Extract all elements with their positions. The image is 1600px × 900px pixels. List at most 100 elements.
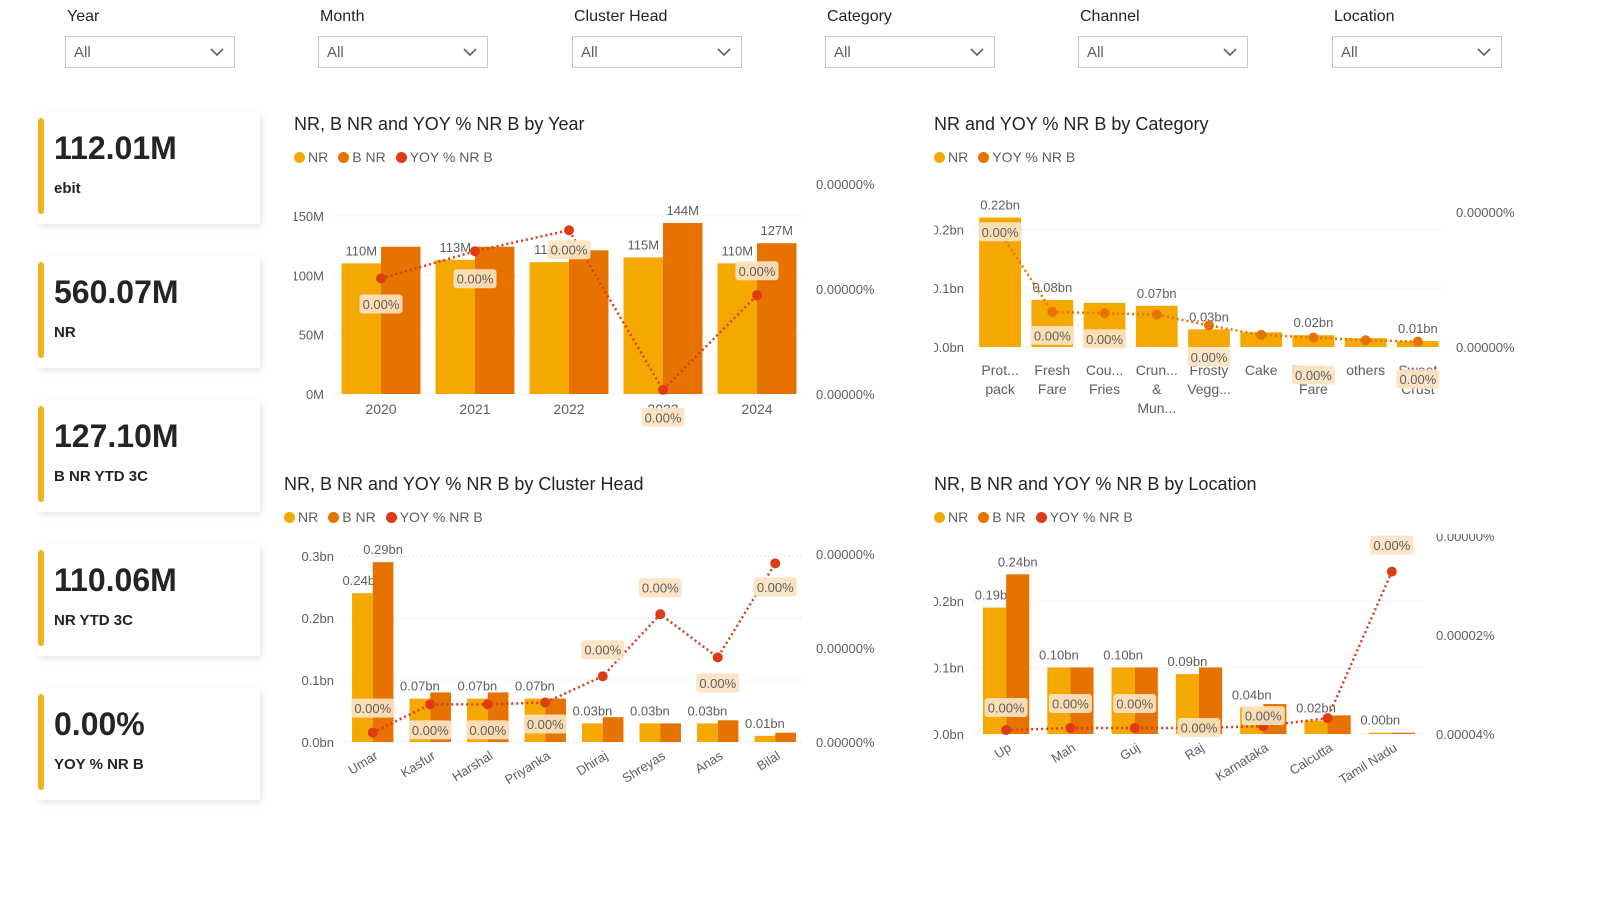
legend-label: NR bbox=[308, 149, 329, 165]
month-dropdown[interactable]: All bbox=[318, 36, 488, 68]
legend-item-yoy[interactable]: YOY % NR B bbox=[395, 149, 493, 165]
bar-bnr bbox=[602, 717, 624, 742]
legend-label: B NR bbox=[992, 509, 1026, 525]
slicer-title: Year bbox=[67, 8, 100, 25]
y2-tick-label: 0.00004% bbox=[1436, 727, 1495, 742]
legend-item-bnr[interactable]: B NR bbox=[338, 149, 386, 165]
legend-item-yoy[interactable]: YOY % NR B bbox=[978, 149, 1075, 165]
yoy-point bbox=[367, 727, 378, 738]
legend-item-yoy[interactable]: YOY % NR B bbox=[385, 509, 483, 525]
kpi-card-nr-ytd: 110.06M NR YTD 3C bbox=[38, 544, 260, 656]
yoy-point bbox=[482, 699, 493, 710]
legend-item-yoy[interactable]: YOY % NR B bbox=[1035, 509, 1133, 525]
legend-label: YOY % NR B bbox=[1049, 509, 1133, 525]
legend-item-nr[interactable]: NR bbox=[294, 149, 328, 165]
data-label: 0.00% bbox=[1399, 372, 1436, 387]
dropdown-value: All bbox=[1341, 43, 1358, 61]
x-tick-label: Bilal bbox=[754, 748, 783, 774]
year-dropdown[interactable]: All bbox=[65, 36, 235, 68]
chart-title: NR, B NR and YOY % NR B by Location bbox=[934, 474, 1257, 494]
data-label: 0.00% bbox=[1086, 332, 1123, 347]
legend-label: YOY % NR B bbox=[409, 149, 493, 165]
bar-label: 0.01bn bbox=[745, 716, 785, 731]
y-tick-label: 0.0bn bbox=[301, 735, 334, 750]
legend-item-bnr[interactable]: B NR bbox=[328, 509, 376, 525]
location-dropdown[interactable]: All bbox=[1332, 36, 1502, 68]
chart-title: NR, B NR and YOY % NR B by Cluster Head bbox=[284, 474, 644, 494]
y2-tick-label: 0.00000% bbox=[1436, 534, 1495, 544]
bar-bnr bbox=[660, 723, 681, 742]
legend-item-nr[interactable]: NR bbox=[934, 509, 968, 525]
bar-label: 0.07bn bbox=[458, 679, 498, 694]
x-tick-label: Raj bbox=[1182, 740, 1207, 763]
category-dropdown[interactable]: All bbox=[825, 36, 995, 68]
yoy-point bbox=[770, 558, 781, 569]
chart-legend: NR B NR YOY % NR B bbox=[284, 509, 914, 525]
bar-label: 0.07bn bbox=[515, 679, 555, 694]
slicer-title: Month bbox=[320, 8, 365, 25]
slicer-title: Location bbox=[1334, 8, 1395, 25]
bar-label: 0.01bn bbox=[1398, 321, 1438, 336]
legend-label: B NR bbox=[352, 149, 386, 165]
data-label: 0.00% bbox=[642, 581, 679, 596]
slicer-month: Month All bbox=[318, 8, 488, 68]
x-tick-label: 2024 bbox=[741, 401, 772, 417]
legend-item-bnr[interactable]: B NR bbox=[978, 509, 1026, 525]
yoy-point bbox=[658, 384, 668, 395]
yoy-point bbox=[1386, 566, 1397, 577]
legend-label: YOY % NR B bbox=[992, 149, 1076, 165]
data-label: 0.00% bbox=[699, 676, 736, 691]
x-tick-label: Dhiraj bbox=[574, 748, 611, 779]
x-tick-label: 2022 bbox=[553, 401, 584, 417]
kpi-label: NR YTD 3C bbox=[54, 612, 133, 629]
x-tick-label: Up bbox=[992, 740, 1014, 762]
y-tick-label: 100M bbox=[294, 268, 324, 283]
data-label: 0.00% bbox=[1116, 697, 1153, 712]
yoy-point bbox=[597, 671, 608, 682]
slicer-cluster-head: Cluster Head All bbox=[572, 8, 742, 68]
bar-nr bbox=[1368, 732, 1392, 734]
kpi-label: YOY % NR B bbox=[54, 756, 144, 773]
bar-label: 0.03bn bbox=[573, 703, 613, 718]
data-label: 0.00% bbox=[739, 264, 776, 279]
kpi-label: ebit bbox=[54, 180, 81, 197]
chart-plot-category: 0.0bn 0.1bn 0.2bn 0.00000% 0.00000% 0.22bn Pro… bbox=[934, 198, 1515, 416]
legend-label: NR bbox=[948, 509, 969, 525]
chart-plot-cluster: 0.0bn 0.1bn 0.2bn 0.3bn 0.00000% 0.00000% 0.00… bbox=[301, 542, 875, 787]
x-tick-label: Fresh bbox=[1034, 362, 1070, 378]
kpi-card-yoy: 0.00% YOY % NR B bbox=[38, 688, 260, 800]
y2-tick-label: 0.00000% bbox=[1456, 205, 1515, 220]
legend-dot bbox=[395, 151, 407, 163]
x-tick-label: & bbox=[1152, 381, 1162, 397]
legend-dot bbox=[978, 511, 990, 523]
x-tick-label: pack bbox=[985, 381, 1016, 397]
x-tick-label: Kasfur bbox=[398, 747, 438, 780]
cluster-head-dropdown[interactable]: All bbox=[572, 36, 742, 68]
kpi-value: 112.01M bbox=[54, 130, 177, 166]
legend-dot bbox=[978, 151, 990, 163]
data-label: 0.00% bbox=[988, 701, 1025, 716]
y2-tick-label: 0.00000% bbox=[816, 177, 875, 192]
yoy-point bbox=[1129, 723, 1140, 734]
chart-title: NR, B NR and YOY % NR B by Year bbox=[294, 114, 585, 134]
yoy-point bbox=[376, 273, 386, 284]
bar-label: 0.24bn bbox=[998, 554, 1038, 569]
channel-dropdown[interactable]: All bbox=[1078, 36, 1248, 68]
y-tick-label: 0.2bn bbox=[301, 611, 334, 626]
slicer-location: Location All bbox=[1332, 8, 1502, 68]
legend-item-nr[interactable]: NR bbox=[284, 509, 318, 525]
bar-label: 110M bbox=[721, 243, 753, 258]
bar-nr bbox=[582, 723, 603, 742]
data-label: 0.00% bbox=[1052, 697, 1089, 712]
kpi-value: 110.06M bbox=[54, 562, 177, 598]
bar-label: 0.02bn bbox=[1294, 315, 1334, 330]
x-tick-label: Umar bbox=[345, 747, 380, 777]
chevron-down-icon bbox=[1223, 48, 1237, 57]
legend-item-nr[interactable]: NR bbox=[934, 149, 968, 165]
bar-label: 144M bbox=[666, 203, 699, 218]
yoy-point bbox=[1204, 320, 1214, 331]
data-label: 0.00% bbox=[1181, 721, 1218, 736]
chart-title: NR and YOY % NR B by Category bbox=[934, 114, 1209, 134]
chart-by-cluster-head: NR, B NR and YOY % NR B by Cluster Head … bbox=[284, 474, 914, 814]
x-tick-label: Shreyas bbox=[619, 748, 668, 786]
